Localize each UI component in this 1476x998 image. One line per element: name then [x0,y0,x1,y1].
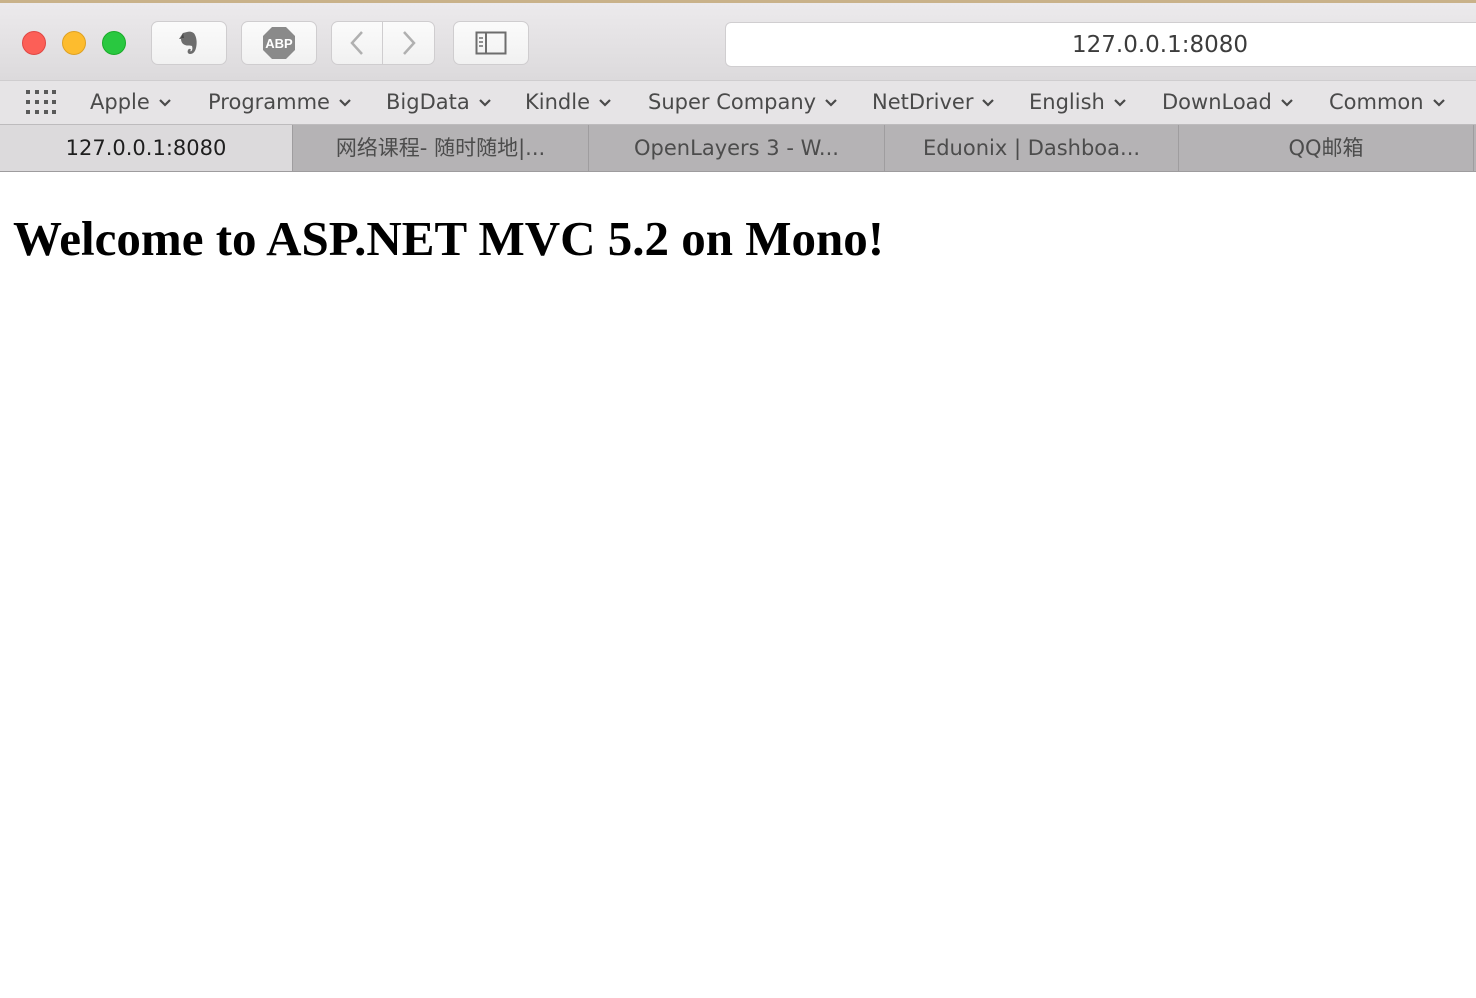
bookmark-label: DownLoad [1162,90,1272,114]
tab-title: QQ邮箱 [1288,136,1364,160]
page-content: Welcome to ASP.NET MVC 5.2 on Mono! [0,172,1476,998]
bookmark-label: NetDriver [872,90,974,114]
bookmark-folder-apple[interactable]: Apple [90,81,172,124]
bookmark-label: English [1029,90,1105,114]
maximize-window-button[interactable] [102,31,126,55]
forward-button[interactable] [383,21,435,65]
bookmark-folder-download[interactable]: DownLoad [1162,81,1294,124]
chevron-down-icon [982,99,995,107]
sidebar-toggle-button[interactable] [453,21,529,65]
bookmark-label: BigData [386,90,470,114]
page-heading: Welcome to ASP.NET MVC 5.2 on Mono! [13,211,885,266]
minimize-window-button[interactable] [62,31,86,55]
chevron-down-icon [339,99,351,107]
sidebar-icon [475,31,507,55]
bookmark-label: Programme [208,90,330,114]
bookmark-label: Common [1329,90,1424,114]
evernote-icon [179,31,197,54]
chevron-left-icon [350,31,363,55]
tab-title: 网络课程- 随时随地|... [335,136,546,160]
chevron-down-icon [159,99,171,107]
chevron-down-icon [1432,99,1445,107]
bookmark-label: Kindle [525,90,590,114]
tab-openlayers[interactable]: OpenLayers 3 - W... [589,125,885,171]
tab-qq-mail[interactable]: QQ邮箱 [1179,125,1474,171]
bookmark-folder-netdriver[interactable]: NetDriver [872,81,995,124]
bookmark-folder-kindle[interactable]: Kindle [525,81,612,124]
evernote-button[interactable] [151,21,227,65]
address-text: 127.0.0.1:8080 [1071,32,1248,58]
adblock-button[interactable]: ABP [241,21,317,65]
tab-online-course[interactable]: 网络课程- 随时随地|... [293,125,589,171]
browser-window: ABP 127.0.0.1:8080 Apple Programme BigDa… [0,0,1476,998]
bookmark-label: Apple [90,90,150,114]
abp-icon: ABP [263,27,295,59]
bookmark-folder-super-company[interactable]: Super Company [648,81,838,124]
bookmark-label: Super Company [648,90,817,114]
chevron-right-icon [402,31,416,55]
address-bar[interactable]: 127.0.0.1:8080 [725,22,1476,67]
close-window-button[interactable] [22,31,46,55]
tab-bar: 127.0.0.1:8080 网络课程- 随时随地|... OpenLayers… [0,125,1476,172]
chevron-down-icon [1281,99,1293,107]
apps-grid-icon[interactable] [26,90,56,114]
svg-text:ABP: ABP [265,36,293,51]
bookmarks-bar: Apple Programme BigData Kindle Super Com… [0,80,1476,125]
bookmark-folder-programme[interactable]: Programme [208,81,352,124]
chevron-down-icon [825,99,837,107]
chevron-down-icon [599,99,611,107]
back-button[interactable] [331,21,383,65]
bookmark-folder-common[interactable]: Common [1329,81,1446,124]
tab-title: Eduonix | Dashboa... [922,136,1141,160]
tab-localhost[interactable]: 127.0.0.1:8080 [0,125,293,171]
browser-toolbar: ABP 127.0.0.1:8080 [0,0,1476,80]
chevron-down-icon [1114,99,1126,107]
tab-title: OpenLayers 3 - W... [634,136,839,160]
bookmark-folder-english[interactable]: English [1029,81,1127,124]
bookmark-folder-bigdata[interactable]: BigData [386,81,492,124]
tab-eduonix[interactable]: Eduonix | Dashboa... [885,125,1179,171]
chevron-down-icon [478,99,491,107]
tab-title: 127.0.0.1:8080 [65,136,227,160]
